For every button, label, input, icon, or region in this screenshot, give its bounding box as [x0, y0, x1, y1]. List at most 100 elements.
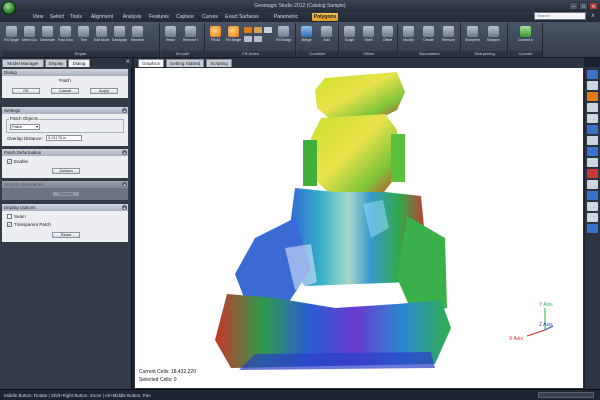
tab-graphics[interactable]: Graphics	[138, 59, 164, 67]
tab-curves[interactable]: Curves	[200, 13, 220, 21]
search-input[interactable]: Search	[534, 12, 586, 20]
tab-select[interactable]: Select	[48, 13, 66, 21]
deform-button[interactable]: Deform	[52, 168, 80, 174]
shading-icon[interactable]	[587, 92, 598, 101]
lasso-icon[interactable]	[587, 180, 598, 189]
reset-button[interactable]: Reset	[52, 232, 80, 238]
enable-label: Enable	[14, 159, 29, 164]
enable-checkbox[interactable]: ✓	[7, 159, 12, 164]
fill-all-button[interactable]: Fill All	[208, 26, 223, 48]
fill-option-icon[interactable]	[264, 27, 272, 33]
maximize-button[interactable]: □	[579, 2, 588, 10]
tab-getting-started[interactable]: Getting Started	[166, 59, 204, 67]
minimize-button[interactable]: –	[569, 2, 578, 10]
patch-objects-select[interactable]: Patch ▾	[10, 124, 40, 130]
ok-button[interactable]: OK	[12, 88, 40, 94]
decimate-button[interactable]: Decimate	[40, 26, 55, 48]
chevron-down-icon: ▾	[35, 124, 38, 129]
view-back-icon[interactable]	[587, 114, 598, 123]
overlap-distance-input[interactable]: 0.01176 in	[46, 135, 82, 141]
tab-capture[interactable]: Capture	[174, 13, 196, 21]
rotate-icon[interactable]	[587, 147, 598, 156]
tab-alignment[interactable]: Alignment	[88, 13, 116, 21]
remesh-button[interactable]: Remesh	[130, 26, 145, 48]
collapse-icon[interactable]: ▴	[122, 182, 127, 187]
mesh-doctor-button[interactable]: Mesh Doctor	[22, 26, 37, 48]
patch-objects-label: Patch Objects	[9, 116, 40, 121]
tab-dialog[interactable]: Dialog	[68, 59, 90, 67]
zoom-icon[interactable]	[587, 136, 598, 145]
pin-icon[interactable]: ✕	[126, 59, 130, 65]
brush-icon[interactable]	[587, 191, 598, 200]
view-top-icon[interactable]	[587, 70, 598, 79]
ribbon-group-convert: Convert to Points Convert	[509, 23, 543, 57]
smooth-button[interactable]: Smooth	[52, 191, 80, 197]
display-mode-icon[interactable]	[587, 224, 598, 233]
tab-tools[interactable]: Tools	[68, 13, 84, 21]
tab-polygons[interactable]: Polygons	[312, 13, 338, 21]
shell-button[interactable]: Shell	[361, 26, 376, 48]
tab-features[interactable]: Features	[147, 13, 171, 21]
fill-option-icon[interactable]	[244, 27, 252, 33]
ribbon: Fill Single Mesh Doctor Decimate Fast Sm…	[0, 22, 600, 58]
sculpt-button[interactable]: Sculpt	[342, 26, 357, 48]
offset-button[interactable]: Offset	[380, 26, 395, 48]
collapse-icon[interactable]: ▴	[122, 150, 127, 155]
fit-view-icon[interactable]	[587, 125, 598, 134]
display-options-section-header[interactable]: Display Options ▴	[2, 204, 128, 211]
remove-boundary-button[interactable]: Remove	[441, 26, 456, 48]
merge-button[interactable]: Merge	[299, 26, 314, 48]
patch-deformation-section-header[interactable]: Patch Deformation ▴	[2, 149, 128, 156]
fill-bridge-button[interactable]: Fill Bridge	[276, 26, 291, 48]
fill-option-icon[interactable]	[244, 36, 252, 42]
trim-icon	[78, 26, 89, 37]
tab-analysis[interactable]: Analysis	[120, 13, 144, 21]
fill-single-button[interactable]: Fill Single	[4, 26, 19, 48]
convert-to-points-button[interactable]: Convert to Points	[518, 26, 533, 48]
ribbon-group-label: Smooth	[161, 51, 204, 57]
select-icon[interactable]	[587, 169, 598, 178]
sandpaper-button[interactable]: Sandpaper	[112, 26, 127, 48]
pan-icon[interactable]	[587, 158, 598, 167]
relax-button[interactable]: Relax	[163, 26, 178, 48]
tab-model-manager[interactable]: Model Manager	[2, 59, 44, 67]
apply-button[interactable]: Apply	[90, 88, 118, 94]
app-logo-icon[interactable]	[2, 1, 16, 15]
close-button[interactable]: ✕	[589, 2, 598, 10]
fill-option-icon[interactable]	[254, 27, 262, 33]
sharpening-wizard-button[interactable]: Sharpening Wizard	[465, 26, 480, 48]
transparent-patch-checkbox[interactable]: ✓	[7, 222, 12, 227]
trim-button[interactable]: Trim	[76, 26, 91, 48]
seam-checkbox[interactable]	[7, 214, 12, 219]
tab-view[interactable]: View	[30, 13, 46, 21]
tab-parametric-surfaces[interactable]: Parametric Surfaces	[264, 13, 308, 28]
add-icon	[321, 26, 332, 37]
deselect-icon[interactable]	[587, 202, 598, 211]
create-boundary-button[interactable]: Create	[421, 26, 436, 48]
settings-section-header[interactable]: Settings ▴	[2, 107, 128, 114]
tab-scripting[interactable]: Scripting	[206, 59, 232, 67]
ribbon-group-label: Convert	[509, 51, 542, 57]
window-controls: – □ ✕	[569, 2, 598, 10]
edit-model-button[interactable]: Edit Model	[94, 26, 109, 48]
add-button[interactable]: Add	[319, 26, 334, 48]
view-front-icon[interactable]	[587, 81, 598, 90]
collapse-icon[interactable]: ▴	[122, 205, 127, 210]
invert-selection-icon[interactable]	[587, 213, 598, 222]
fast-smoothing-button[interactable]: Fast Smoothing	[58, 26, 73, 48]
tab-exact-surfaces[interactable]: Exact Surfaces	[224, 13, 260, 21]
scanned-statue-model[interactable]: Y Axis X Axis Z Axis	[135, 68, 584, 389]
fill-single-hole-button[interactable]: Fill Single	[226, 26, 241, 48]
collapse-icon[interactable]: ▴	[122, 108, 127, 113]
sharpen-button[interactable]: Sharpen	[486, 26, 501, 48]
remove-spikes-button[interactable]: Remove Spikes	[183, 26, 198, 48]
cancel-button[interactable]: Cancel	[51, 88, 79, 94]
modify-boundary-button[interactable]: Modify	[401, 26, 416, 48]
fill-option-icon[interactable]	[254, 36, 262, 42]
graphics-viewport[interactable]: Y Axis X Axis Z Axis Current Cells: 18,4…	[134, 67, 584, 389]
tab-display[interactable]: Display	[45, 59, 67, 67]
view-side-icon[interactable]	[587, 103, 598, 112]
search-icon[interactable]: ⌕	[588, 12, 598, 20]
boundary-modify-icon	[403, 26, 414, 37]
smooth-boundaries-section-header[interactable]: Smooth Boundaries ▴	[2, 181, 128, 188]
